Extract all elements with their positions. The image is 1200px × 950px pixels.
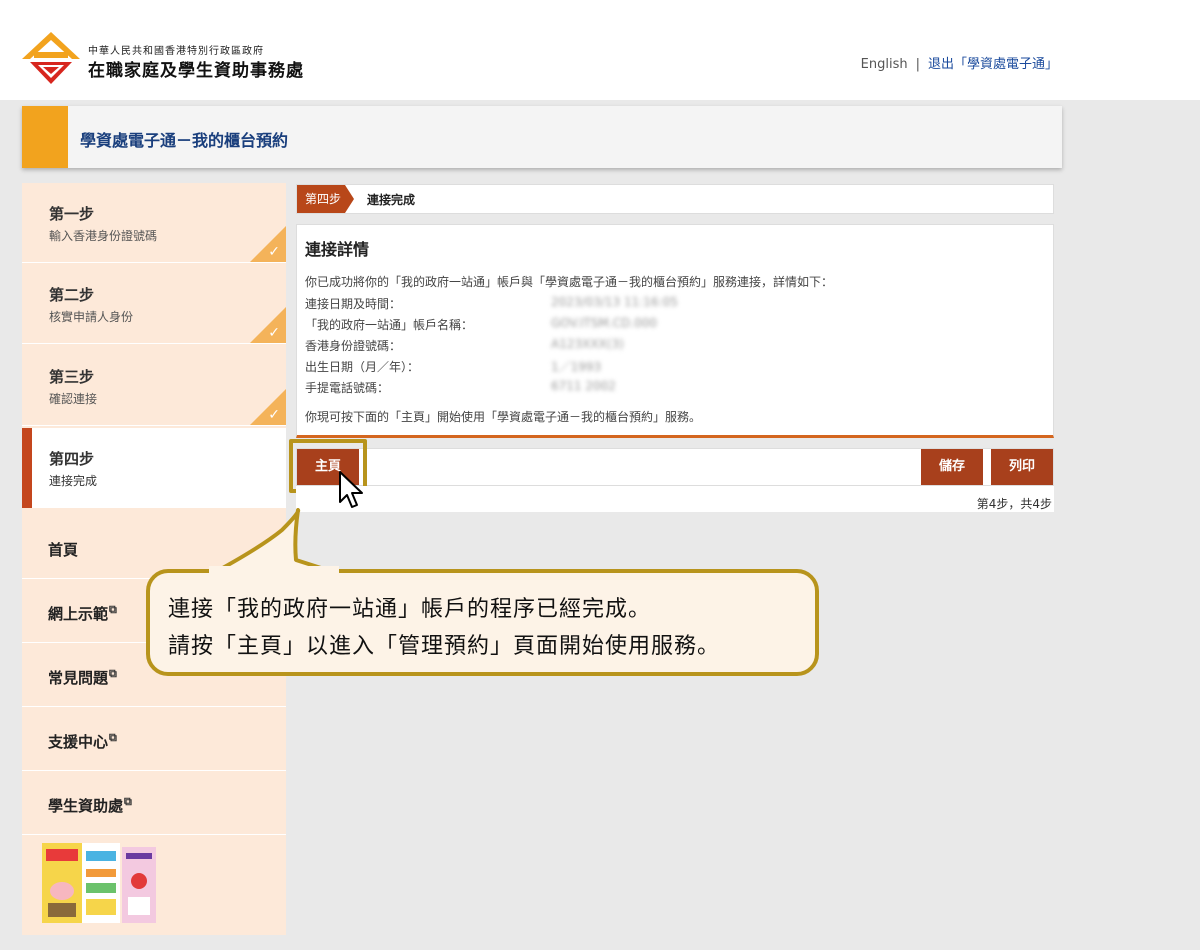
step-description: 輸入香港身份證號碼 <box>49 229 158 243</box>
english-link[interactable]: English <box>861 57 908 72</box>
nav-label: 學生資助處⧉ <box>48 795 132 815</box>
step-description: 核實申請人身份 <box>49 310 134 324</box>
nav-label: 首頁 <box>48 541 79 559</box>
save-button[interactable]: 儲存 <box>921 449 983 485</box>
promo-poster-image[interactable] <box>42 843 156 923</box>
instruction-callout: 連接「我的政府一站通」帳戶的程序已經完成。 請按「主頁」以進入「管理預約」頁面開… <box>146 569 819 676</box>
action-button-bar: 主頁 儲存 列印 <box>296 448 1054 486</box>
nav-label: 支援中心⧉ <box>48 731 117 751</box>
site-header: 中華人民共和國香港特別行政區政府 在職家庭及學生資助事務處 English | 退出… <box>0 0 1200 100</box>
step-description: 連接完成 <box>49 474 98 488</box>
panel-title: 連接詳情 <box>305 240 370 259</box>
step-badge: 第四步 <box>297 185 345 213</box>
detail-label: 出生日期（月／年）： <box>305 360 420 374</box>
step-description: 確認連接 <box>49 392 98 406</box>
step-1: 第一步 輸入香港身份證號碼 ✓ <box>22 183 286 263</box>
step-2: 第二步 核實申請人身份 ✓ <box>22 264 286 344</box>
title-accent-block <box>22 106 68 168</box>
step-title: 連接完成 <box>367 193 416 207</box>
external-link-icon: ⧉ <box>109 603 117 616</box>
current-step-bar: 第四步 連接完成 <box>296 184 1054 214</box>
detail-label: 「我的政府一站通」帳戶名稱： <box>305 318 474 332</box>
org-name-subtitle: 中華人民共和國香港特別行政區政府 <box>88 46 264 57</box>
detail-value: A123XXX(3) <box>551 337 624 351</box>
page-title-bar: 學資處電子通－我的櫃台預約 <box>22 106 1062 168</box>
mouse-pointer-icon <box>339 471 363 508</box>
step-number: 第四步 <box>49 450 95 468</box>
page-title: 學資處電子通－我的櫃台預約 <box>80 131 289 150</box>
step-counter-text: 第4步，共4步 <box>976 497 1052 511</box>
detail-row: 出生日期（月／年）： 1／1993 <box>305 358 601 376</box>
detail-row: 香港身份證號碼： A123XXX(3) <box>305 337 624 355</box>
external-link-icon: ⧉ <box>124 795 132 808</box>
step-number: 第三步 <box>49 368 95 386</box>
top-links: English | 退出「學資處電子通」 <box>861 53 1058 72</box>
logout-link[interactable]: 退出「學資處電子通」 <box>928 57 1058 72</box>
callout-line-1: 連接「我的政府一站通」帳戶的程序已經完成。 <box>168 597 652 622</box>
detail-value: 1／1993 <box>551 360 602 374</box>
detail-value: 2023/03/13 11:16:05 <box>551 295 678 309</box>
connection-details-panel: 連接詳情 你已成功將你的「我的政府一站通」帳戶與「學資處電子通－我的櫃台預約」服… <box>296 224 1054 438</box>
detail-row: 連接日期及時間： 2023/03/13 11:16:05 <box>305 295 678 313</box>
nav-student-finance-office[interactable]: 學生資助處⧉ <box>22 771 286 835</box>
detail-label: 連接日期及時間： <box>305 297 402 311</box>
details-outro: 你現可按下面的「主頁」開始使用「學資處電子通－我的櫃台預約」服務。 <box>305 410 702 424</box>
nav-support-centre[interactable]: 支援中心⧉ <box>22 707 286 771</box>
checkmark-icon: ✓ <box>268 325 280 341</box>
detail-value: 6711 2002 <box>551 379 616 393</box>
nav-label: 常見問題⧉ <box>48 667 117 687</box>
link-separator: | <box>915 57 920 72</box>
step-badge-arrow <box>345 185 354 213</box>
detail-row: 「我的政府一站通」帳戶名稱： GOV.ITSM.CD.000 <box>305 316 657 334</box>
step-number: 第二步 <box>49 286 95 304</box>
checkmark-icon: ✓ <box>268 407 280 423</box>
external-link-icon: ⧉ <box>109 731 117 744</box>
callout-line-2: 請按「主頁」以進入「管理預約」頁面開始使用服務。 <box>168 634 721 659</box>
step-number: 第一步 <box>49 205 95 223</box>
org-name: 在職家庭及學生資助事務處 <box>88 61 304 81</box>
nav-label: 網上示範⧉ <box>48 603 117 623</box>
step-4-current: 第四步 連接完成 <box>22 428 286 508</box>
detail-row: 手提電話號碼： 6711 2002 <box>305 379 616 397</box>
callout-tail-cover <box>209 566 339 576</box>
detail-label: 手提電話號碼： <box>305 381 390 395</box>
checkmark-icon: ✓ <box>268 244 280 260</box>
details-intro: 你已成功將你的「我的政府一站通」帳戶與「學資處電子通－我的櫃台預約」服務連接，詳… <box>305 275 834 289</box>
detail-label: 香港身份證號碼： <box>305 339 402 353</box>
step-counter: 第4步，共4步 <box>296 486 1054 512</box>
active-step-indicator <box>22 428 32 508</box>
step-3: 第三步 確認連接 ✓ <box>22 346 286 426</box>
external-link-icon: ⧉ <box>109 667 117 680</box>
wfsfaa-logo-icon[interactable] <box>22 32 80 86</box>
detail-value: GOV.ITSM.CD.000 <box>551 316 658 330</box>
print-button[interactable]: 列印 <box>991 449 1053 485</box>
